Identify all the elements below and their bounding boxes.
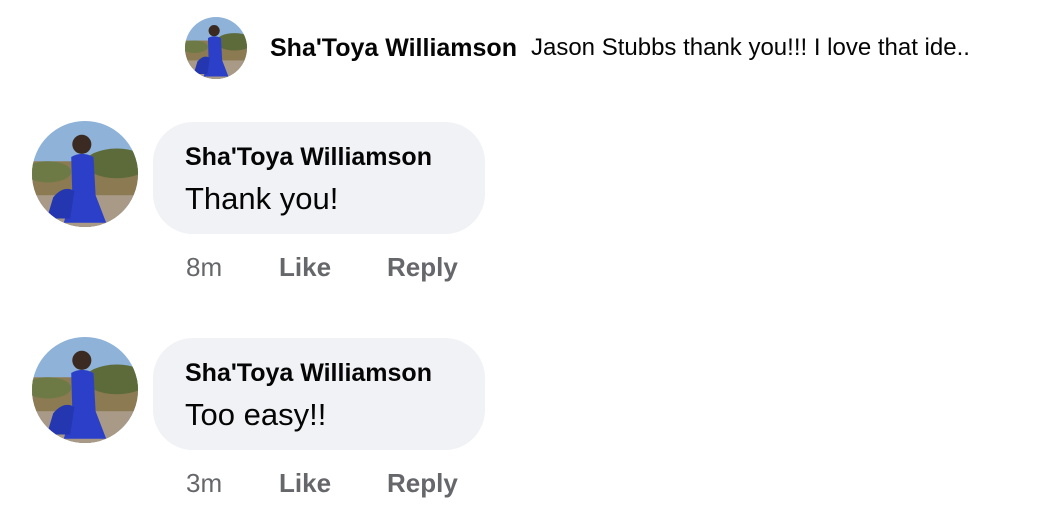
profile-photo xyxy=(32,121,138,227)
comment-bubble[interactable]: Sha'Toya Williamson Too easy!! xyxy=(153,338,485,450)
comment-timestamp[interactable]: 3m xyxy=(186,468,279,499)
comment-actions: 8m Like Reply xyxy=(186,249,458,285)
avatar[interactable] xyxy=(32,121,138,227)
avatar[interactable] xyxy=(185,17,247,79)
profile-photo xyxy=(185,17,247,79)
comment-text: Thank you! xyxy=(185,181,339,216)
reply-preview[interactable]: Sha'Toya Williamson Jason Stubbs thank y… xyxy=(185,17,1037,79)
avatar[interactable] xyxy=(32,337,138,443)
comment-actions: 3m Like Reply xyxy=(186,465,458,501)
like-button[interactable]: Like xyxy=(279,252,387,283)
comment-author-name[interactable]: Sha'Toya Williamson xyxy=(185,142,485,172)
reply-button[interactable]: Reply xyxy=(387,468,458,499)
profile-photo xyxy=(32,337,138,443)
comment-timestamp[interactable]: 8m xyxy=(186,252,279,283)
comment-author-name[interactable]: Sha'Toya Williamson xyxy=(185,358,485,388)
preview-reply-text: Jason Stubbs thank you!!! I love that id… xyxy=(530,34,970,61)
reply-button[interactable]: Reply xyxy=(387,252,458,283)
comment-text: Too easy!! xyxy=(185,397,327,432)
comment-bubble[interactable]: Sha'Toya Williamson Thank you! xyxy=(153,122,485,234)
preview-author-name[interactable]: Sha'Toya Williamson xyxy=(270,34,517,63)
like-button[interactable]: Like xyxy=(279,468,387,499)
